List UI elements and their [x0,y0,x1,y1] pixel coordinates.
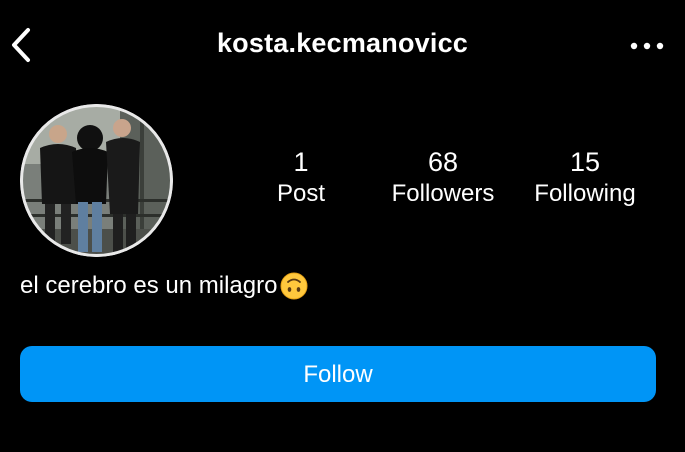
followers-label: Followers [391,180,495,207]
stat-followers[interactable]: 68 Followers [368,146,518,210]
upside-down-face-emoji-icon [280,272,308,300]
posts-count: 1 [293,147,309,177]
profile-header: kosta.kecmanovicc [0,0,685,92]
following-count: 15 [569,147,601,177]
avatar[interactable] [20,104,173,257]
more-options-button[interactable] [629,36,665,56]
profile-photo [20,104,173,257]
stat-posts[interactable]: 1 Post [226,146,376,210]
bio-text: el cerebro es un milagro [20,272,278,299]
more-horizontal-icon [630,42,664,50]
following-label: Following [534,180,636,207]
posts-label: Post [276,180,326,207]
profile-bio: el cerebro es un milagro [20,270,308,302]
stat-following[interactable]: 15 Following [510,146,660,210]
profile-screen: kosta.kecmanovicc 1 Post 68 Followers 15… [0,0,685,452]
profile-username: kosta.kecmanovicc [216,28,469,58]
follow-button[interactable]: Follow [20,346,656,402]
followers-count: 68 [427,147,459,177]
